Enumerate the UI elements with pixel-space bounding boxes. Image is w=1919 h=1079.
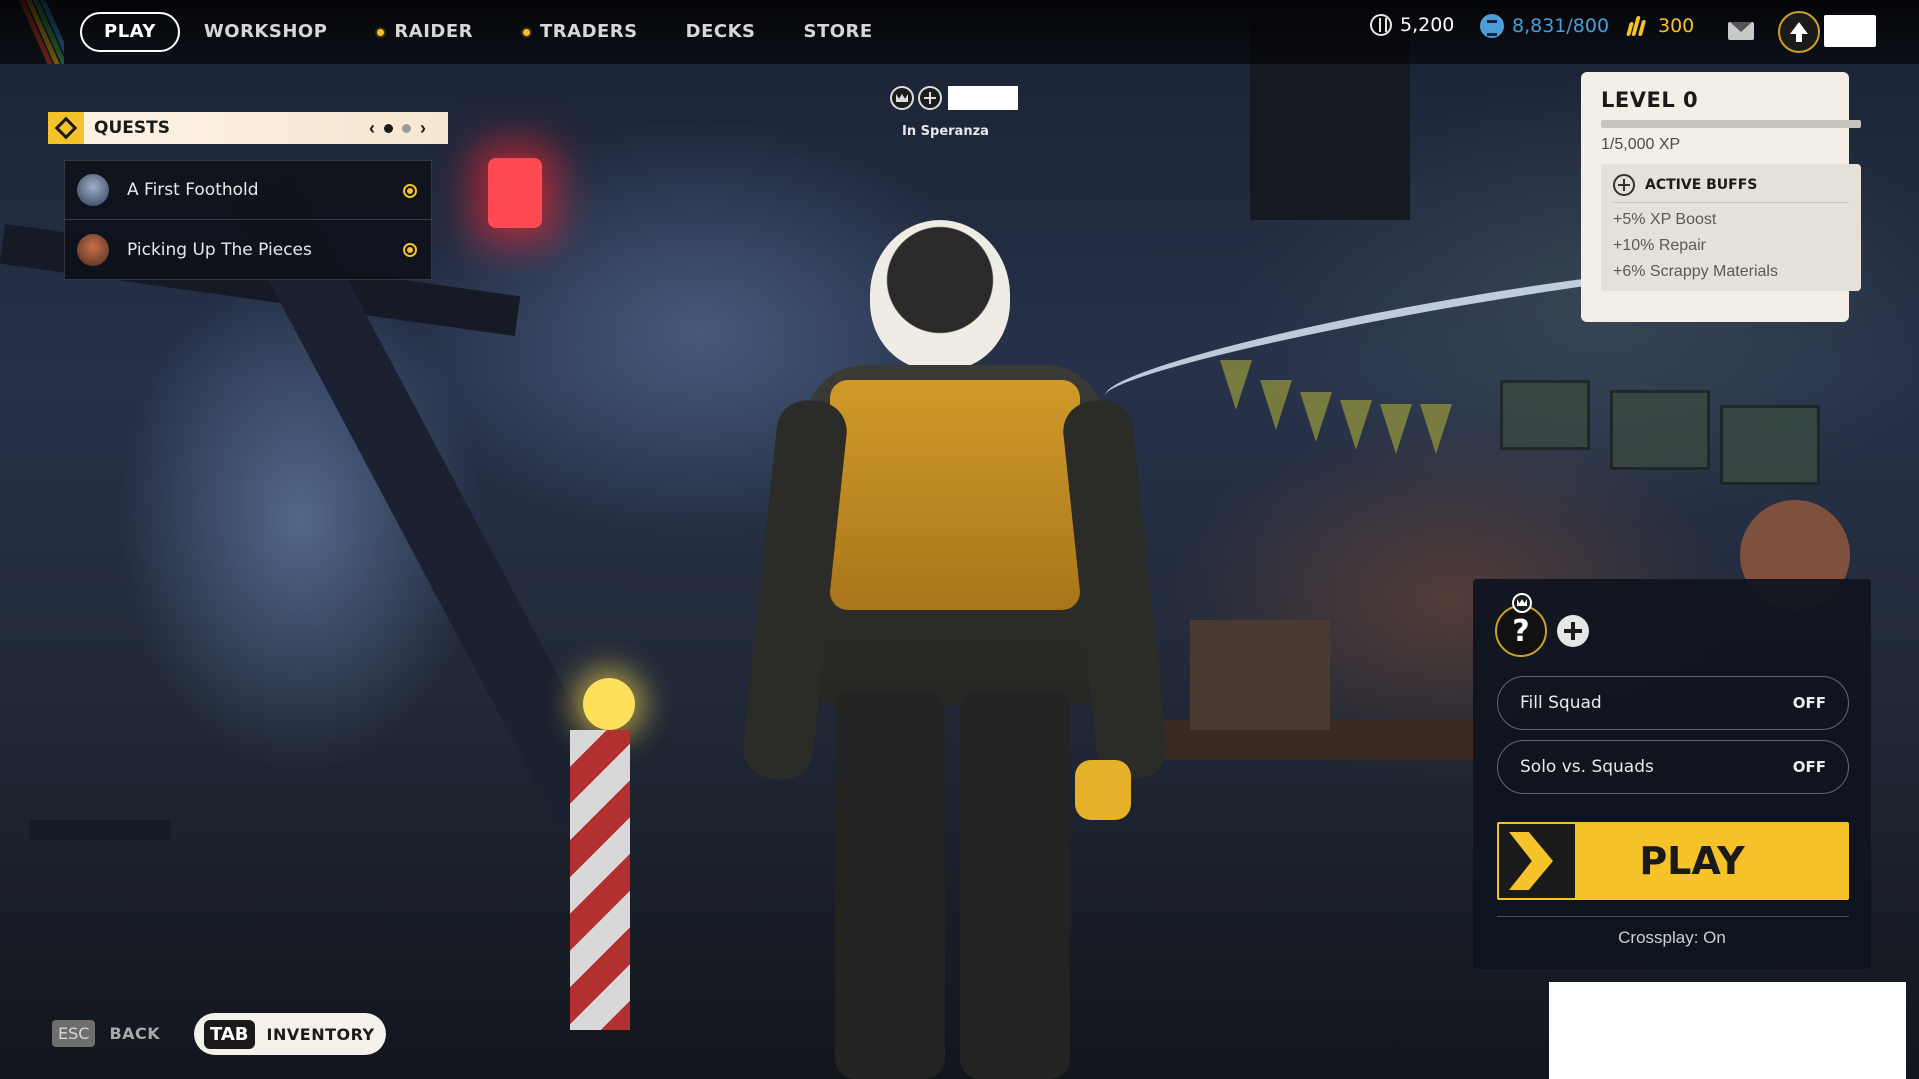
buff-item: +10% Repair xyxy=(1613,237,1706,254)
tab-key: TAB xyxy=(204,1019,255,1049)
nav-tab-store[interactable]: STORE xyxy=(780,12,897,52)
quest-giver-avatar xyxy=(77,174,109,206)
xp-text: 1/5,000 XP xyxy=(1601,136,1681,153)
invite-plus-icon[interactable] xyxy=(1557,615,1589,647)
inventory-hint[interactable]: TAB INVENTORY xyxy=(194,1013,386,1055)
nav-tab-decks[interactable]: DECKS xyxy=(662,12,780,52)
inventory-label: INVENTORY xyxy=(266,1024,375,1044)
play-button[interactable]: PLAY xyxy=(1497,822,1849,900)
squad-panel: ? Fill Squad OFF Solo vs. Squads OFF PLA… xyxy=(1473,579,1871,969)
plus-circle-icon xyxy=(1613,174,1635,196)
notification-dot-icon xyxy=(375,26,387,38)
level-title: LEVEL 0 xyxy=(1601,88,1699,112)
solo-vs-squads-toggle[interactable]: Solo vs. Squads OFF xyxy=(1497,740,1849,794)
crossplay-status: Crossplay: On xyxy=(1618,928,1726,947)
party-name-box xyxy=(948,86,1018,110)
active-buffs-header: ACTIVE BUFFS xyxy=(1613,174,1849,203)
quest-tracked-icon xyxy=(403,184,417,198)
nav-tab-play[interactable]: PLAY xyxy=(80,12,180,52)
fill-squad-toggle[interactable]: Fill Squad OFF xyxy=(1497,676,1849,730)
buff-item: +5% XP Boost xyxy=(1613,211,1717,228)
coins-balance: 5,200 xyxy=(1370,14,1454,36)
back-hint[interactable]: ESC BACK xyxy=(52,1020,160,1047)
notification-dot-icon xyxy=(521,26,532,38)
active-buffs-title: ACTIVE BUFFS xyxy=(1645,177,1758,193)
nav-tab-raider[interactable]: RAIDER xyxy=(351,12,497,52)
nav-tab-workshop[interactable]: WORKSHOP xyxy=(180,12,352,52)
crown-icon xyxy=(1512,593,1532,613)
quest-item-picking-up-the-pieces[interactable]: Picking Up The Pieces xyxy=(65,220,431,279)
quest-label: Picking Up The Pieces xyxy=(127,239,312,260)
divider xyxy=(1497,916,1849,917)
coin-icon xyxy=(1370,14,1392,36)
fill-squad-state: OFF xyxy=(1792,694,1826,712)
solo-vs-squads-state: OFF xyxy=(1792,758,1826,776)
plus-circle-icon[interactable] xyxy=(918,86,942,110)
top-bar: PLAY WORKSHOP RAIDER TRADERS DECKS STORE… xyxy=(0,0,1919,64)
quest-label: A First Foothold xyxy=(127,180,259,200)
play-label: PLAY xyxy=(1639,839,1745,883)
active-buffs: ACTIVE BUFFS +5% XP Boost +10% Repair +6… xyxy=(1601,164,1861,291)
level-panel: LEVEL 0 1/5,000 XP ACTIVE BUFFS +5% XP B… xyxy=(1581,72,1861,322)
solo-vs-squads-label: Solo vs. Squads xyxy=(1520,757,1654,777)
xp-progress-bar xyxy=(1601,120,1861,128)
raider-tokens-balance: 300 xyxy=(1626,14,1694,38)
buff-item: +6% Scrappy Materials xyxy=(1613,263,1778,280)
level-up-button[interactable] xyxy=(1778,11,1820,53)
credits-balance: 8,831/800 xyxy=(1480,14,1609,38)
quest-list: A First Foothold Picking Up The Pieces xyxy=(64,160,432,280)
raider-token-icon xyxy=(1626,14,1650,38)
nav-tab-traders[interactable]: TRADERS xyxy=(497,12,662,52)
back-label: BACK xyxy=(109,1024,161,1043)
level-up-icon xyxy=(1790,22,1808,42)
party-bar xyxy=(890,86,1018,110)
credits-icon xyxy=(1480,14,1504,38)
mail-icon[interactable] xyxy=(1728,22,1754,40)
quest-item-first-foothold[interactable]: A First Foothold xyxy=(65,161,431,220)
play-arrow-icon xyxy=(1499,824,1575,898)
player-name-box[interactable] xyxy=(1824,15,1876,47)
quest-giver-avatar xyxy=(77,233,109,266)
main-nav: PLAY WORKSHOP RAIDER TRADERS DECKS STORE xyxy=(80,12,897,52)
fill-squad-label: Fill Squad xyxy=(1520,693,1602,713)
quest-tracked-icon xyxy=(403,243,417,257)
esc-key: ESC xyxy=(52,1020,96,1047)
redacted-overlay xyxy=(1549,982,1906,1079)
crown-icon xyxy=(890,86,914,110)
